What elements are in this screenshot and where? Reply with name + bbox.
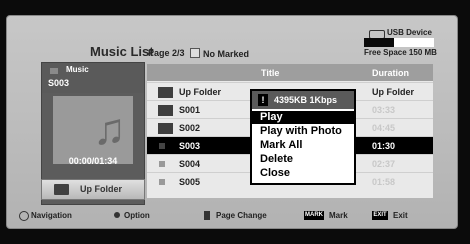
- page-indicator: Page 2/3: [148, 48, 185, 58]
- file-list-header: Title Duration: [147, 64, 433, 81]
- menu-item-play[interactable]: Play: [252, 111, 354, 124]
- column-title: Title: [261, 68, 280, 78]
- menu-item-mark-all[interactable]: Mark All: [260, 139, 302, 151]
- option-icon: [114, 212, 120, 218]
- menu-item-play-with-photo[interactable]: Play with Photo: [260, 125, 342, 137]
- marked-label: No Marked: [203, 49, 250, 59]
- list-item-duration: 02:37: [372, 159, 396, 169]
- album-art: ♫: [53, 96, 133, 164]
- mark-hint: Mark: [329, 211, 348, 220]
- list-item-name: S002: [179, 123, 201, 133]
- music-list-screen: Music List Page 2/3 No Marked USB Device…: [0, 0, 470, 244]
- navigation-hint: Navigation: [31, 211, 72, 220]
- list-item-name: S003: [179, 141, 201, 151]
- marked-status: No Marked: [190, 48, 249, 59]
- current-file-name: S003: [48, 78, 70, 88]
- free-space-label: Free Space 150 MB: [364, 48, 437, 57]
- list-item-duration: 01:58: [372, 177, 396, 187]
- list-item-name: S001: [179, 105, 201, 115]
- now-playing-header: Music S003: [42, 63, 144, 93]
- usb-device-label: USB Device: [387, 28, 432, 37]
- page-change-icon: [204, 211, 210, 220]
- usb-capacity-used: [364, 38, 394, 47]
- mark-key-icon: MARK: [304, 211, 324, 220]
- folder-icon: [54, 184, 69, 195]
- list-item-duration: 04:45: [372, 123, 396, 133]
- music-file-icon: [159, 179, 165, 185]
- checkbox-icon: [190, 48, 200, 58]
- list-item-duration: 03:33: [372, 105, 396, 115]
- menu-item-delete[interactable]: Delete: [260, 153, 293, 165]
- folder-icon: [158, 105, 173, 116]
- folder-icon: [158, 123, 173, 134]
- up-folder-button[interactable]: Up Folder: [41, 179, 145, 200]
- option-hint: Option: [124, 211, 150, 220]
- exit-key-icon: EXIT: [372, 211, 388, 220]
- usb-capacity-free: [394, 38, 434, 47]
- list-item-duration: Up Folder: [372, 87, 414, 97]
- playback-time: 00:00/01:34: [68, 156, 118, 166]
- list-item-name: S005: [179, 177, 201, 187]
- list-item-name: Up Folder: [179, 87, 221, 97]
- folder-icon: [158, 87, 173, 98]
- music-note-icon: ♫: [93, 105, 126, 154]
- option-popup-menu: ! 4395KB 1Kbps Play Play with Photo Mark…: [250, 89, 356, 185]
- music-category-icon: [50, 68, 58, 74]
- navigation-icon: [19, 211, 29, 221]
- category-label: Music: [66, 65, 89, 74]
- list-item-duration: 01:30: [372, 141, 396, 151]
- file-info: 4395KB 1Kbps: [274, 95, 338, 105]
- info-warning-icon: !: [258, 94, 268, 106]
- popup-header: ! 4395KB 1Kbps: [252, 91, 354, 109]
- bottom-bar: Navigation Option Page Change MARK Mark …: [6, 206, 456, 227]
- page-title: Music List: [90, 44, 154, 59]
- page-change-hint: Page Change: [216, 211, 267, 220]
- exit-hint: Exit: [393, 211, 408, 220]
- menu-item-close[interactable]: Close: [260, 167, 290, 179]
- music-file-icon: [159, 161, 165, 167]
- music-file-icon: [159, 143, 165, 149]
- list-item-name: S004: [179, 159, 201, 169]
- up-folder-label: Up Folder: [80, 184, 122, 194]
- column-duration: Duration: [372, 68, 409, 78]
